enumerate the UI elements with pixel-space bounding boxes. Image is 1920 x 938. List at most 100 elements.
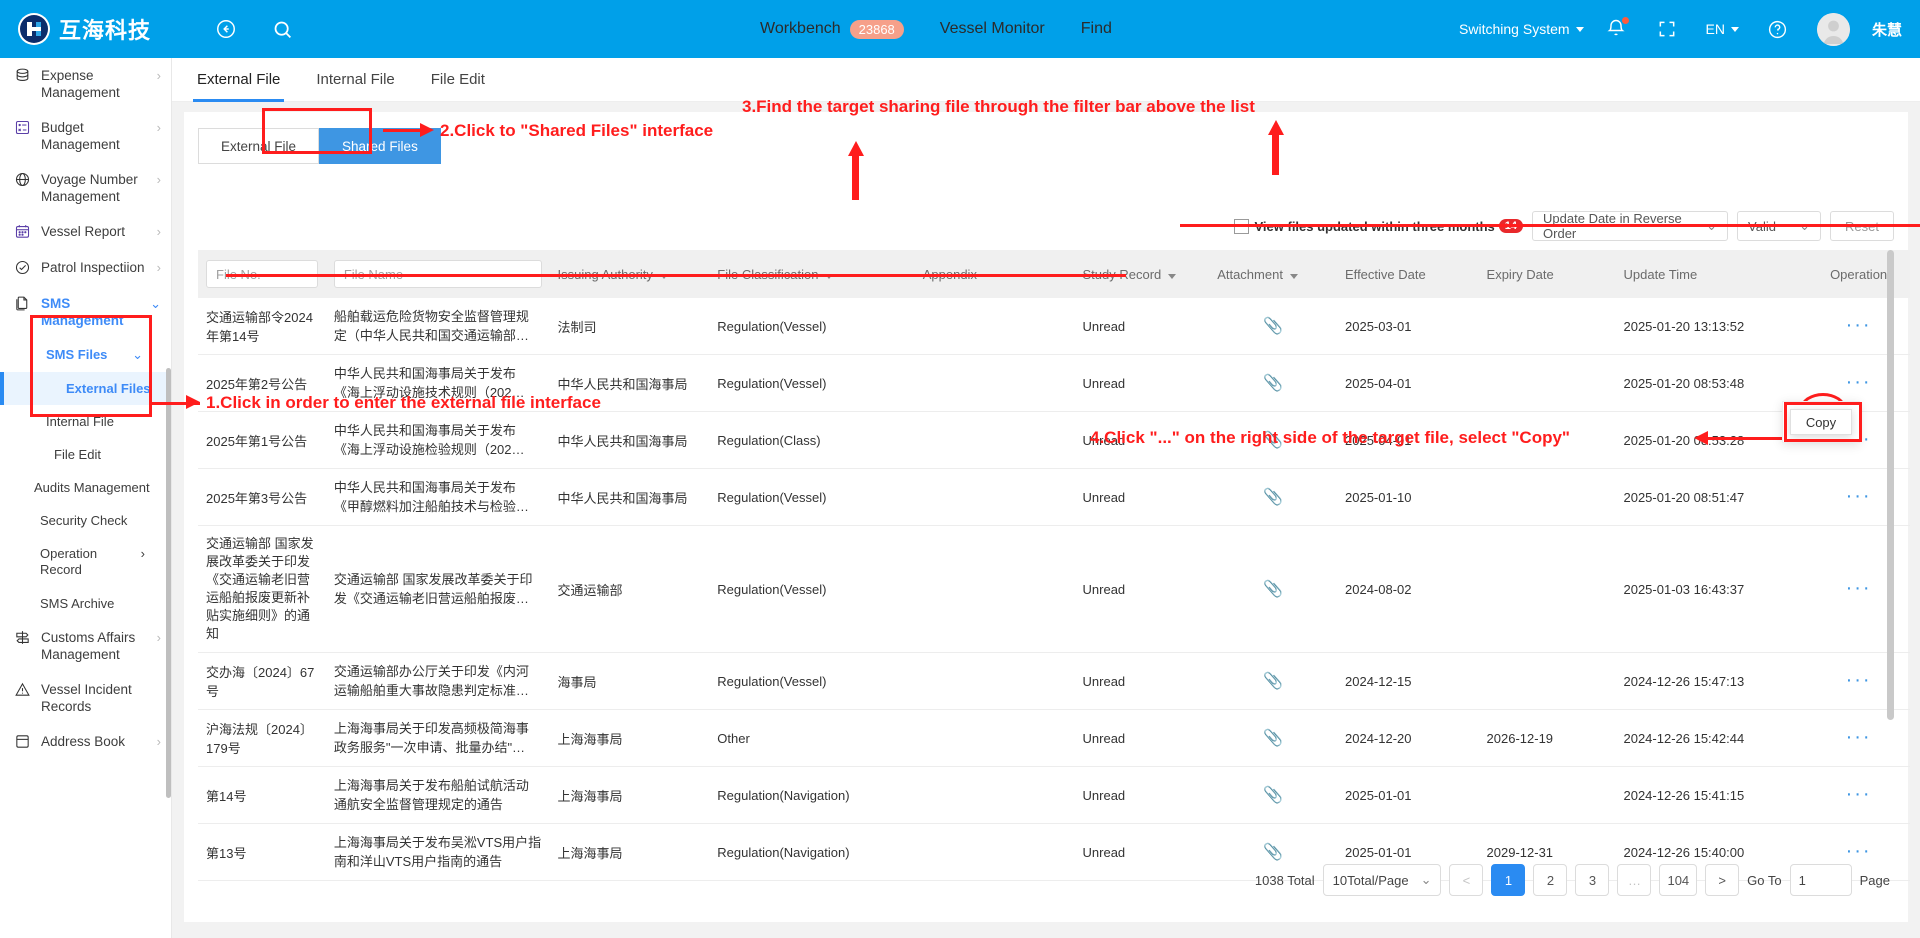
- fullscreen-icon[interactable]: [1650, 12, 1684, 46]
- sidebar-item-audits-management[interactable]: Audits Management: [0, 471, 171, 504]
- back-arrow-icon[interactable]: [209, 12, 243, 46]
- cell-file-name[interactable]: 船舶载运危险货物安全监督管理规定（中华人民共和国交通运输部…: [325, 298, 550, 355]
- tab-file-edit[interactable]: File Edit: [431, 58, 485, 102]
- paperclip-icon[interactable]: 📎: [1263, 673, 1283, 690]
- search-icon[interactable]: [265, 12, 299, 46]
- nav-workbench[interactable]: Workbench 23868: [760, 19, 904, 39]
- sidebar-item-vessel-report[interactable]: Vessel Report ›: [0, 214, 171, 250]
- page-button-1[interactable]: 1: [1491, 864, 1526, 896]
- cell-file-name[interactable]: 中华人民共和国海事局关于发布《甲醇燃料加注船舶技术与检验…: [325, 468, 550, 526]
- cell-file-name[interactable]: 中华人民共和国海事局关于发布《海上浮动设施检验规则（202…: [325, 411, 550, 469]
- sidebar-item-operation-record[interactable]: Operation Record ›: [0, 537, 171, 587]
- cell-file-name[interactable]: 交通运输部 国家发展改革委关于印发《交通运输老旧营运船舶报废…: [325, 525, 550, 653]
- sidebar-item-sms-files[interactable]: SMS Files ⌄: [0, 338, 171, 372]
- sidebar-item-address-book[interactable]: Address Book ›: [0, 724, 171, 760]
- row-actions-button[interactable]: ···: [1846, 371, 1872, 393]
- row-actions-button[interactable]: ···: [1846, 726, 1872, 748]
- tab-internal-file[interactable]: Internal File: [316, 58, 394, 102]
- table-scrollbar[interactable]: [1887, 250, 1894, 720]
- cell-attachment[interactable]: 📎: [1209, 354, 1338, 412]
- cell-study-record: Unread: [1074, 354, 1210, 412]
- cell-appendix: [914, 652, 1075, 710]
- cell-file-no: 2025年第3号公告: [198, 468, 326, 526]
- sidebar-item-internal-file[interactable]: Internal File: [0, 405, 171, 438]
- cell-attachment[interactable]: 📎: [1209, 652, 1338, 710]
- row-actions-button[interactable]: ···: [1846, 840, 1872, 862]
- paperclip-icon[interactable]: 📎: [1263, 318, 1283, 335]
- cell-attachment[interactable]: 📎: [1209, 298, 1338, 355]
- cell-file-name[interactable]: 交通运输部办公厅关于印发《内河运输船舶重大事故隐患判定标准…: [325, 652, 550, 710]
- th-attachment[interactable]: Attachment: [1209, 250, 1338, 298]
- cell-attachment[interactable]: 📎: [1209, 525, 1338, 653]
- sidebar-item-file-edit[interactable]: File Edit: [0, 438, 171, 471]
- prev-page-button[interactable]: <: [1449, 864, 1484, 896]
- bell-icon[interactable]: [1606, 17, 1629, 40]
- sidebar-item-patrol-inspection[interactable]: Patrol Inspectiion ›: [0, 250, 171, 286]
- page-button-3[interactable]: 3: [1575, 864, 1610, 896]
- row-actions-button[interactable]: ···: [1846, 783, 1872, 805]
- sidebar-item-expense-management[interactable]: Expense Management ›: [0, 58, 171, 110]
- cell-file-name[interactable]: 上海海事局关于发布吴淞VTS用户指南和洋山VTS用户指南的通告: [325, 823, 550, 881]
- goto-page-input[interactable]: [1789, 864, 1852, 896]
- table-row[interactable]: 交通运输部令2024年第14号 船舶载运危险货物安全监督管理规定（中华人民共和国…: [198, 298, 1910, 355]
- language-selector[interactable]: EN: [1706, 21, 1739, 37]
- cell-file-name[interactable]: 上海海事局关于印发高频极简海事政务服务"一次申请、批量办结"…: [325, 709, 550, 767]
- cell-expiry-date: [1478, 766, 1616, 824]
- paperclip-icon[interactable]: 📎: [1263, 844, 1283, 861]
- sidebar-item-label: Expense Management: [41, 68, 120, 100]
- brand-logo[interactable]: 互海科技: [18, 13, 151, 45]
- cell-appendix: [914, 354, 1075, 412]
- paperclip-icon[interactable]: 📎: [1263, 375, 1283, 392]
- avatar[interactable]: [1816, 12, 1850, 46]
- context-menu-copy[interactable]: Copy: [1790, 409, 1852, 435]
- tab-external-file[interactable]: External File: [192, 58, 285, 102]
- sidebar-scrollbar[interactable]: [166, 368, 171, 798]
- cell-issuing-authority: 法制司: [549, 298, 710, 355]
- page-button-last[interactable]: 104: [1659, 864, 1698, 896]
- row-actions-button[interactable]: ···: [1846, 314, 1872, 336]
- table-row[interactable]: 2025年第3号公告 中华人民共和国海事局关于发布《甲醇燃料加注船舶技术与检验……: [198, 468, 1910, 526]
- sidebar-item-sms-management[interactable]: SMS Management ⌄: [0, 286, 171, 338]
- paperclip-icon[interactable]: 📎: [1263, 489, 1283, 506]
- nav-vessel-monitor[interactable]: Vessel Monitor: [940, 20, 1045, 38]
- sidebar-item-budget-management[interactable]: Budget Management ›: [0, 110, 171, 162]
- cell-attachment[interactable]: 📎: [1209, 468, 1338, 526]
- paperclip-icon[interactable]: 📎: [1263, 730, 1283, 747]
- switching-system-button[interactable]: Switching System: [1459, 21, 1584, 37]
- cell-file-name[interactable]: 上海海事局关于发布船舶试航活动通航安全监督管理规定的通告: [325, 766, 550, 824]
- top-bar: 互海科技 Workbench 23868 Vessel Monitor Find…: [0, 0, 1920, 58]
- cell-update-time: 2025-01-20 08:53:28: [1615, 411, 1808, 469]
- table-row[interactable]: 第14号 上海海事局关于发布船舶试航活动通航安全监督管理规定的通告 上海海事局 …: [198, 766, 1910, 824]
- sidebar-item-security-check[interactable]: Security Check: [0, 504, 171, 537]
- cell-attachment[interactable]: 📎: [1209, 709, 1338, 767]
- row-actions-button[interactable]: ···: [1846, 485, 1872, 507]
- row-actions-button[interactable]: ···: [1846, 577, 1872, 599]
- sidebar-item-customs-affairs-management[interactable]: Customs Affairs Management ›: [0, 620, 171, 672]
- page-size-select[interactable]: 10Total/Page ⌄: [1322, 864, 1442, 896]
- cell-issuing-authority: 交通运输部: [549, 525, 710, 653]
- cell-update-time: 2025-01-20 13:13:52: [1615, 298, 1808, 355]
- nav-find[interactable]: Find: [1081, 20, 1112, 38]
- tab-label: Internal File: [316, 70, 395, 88]
- globe-icon: [14, 171, 32, 189]
- sidebar-item-label: Security Check: [40, 513, 128, 528]
- paperclip-icon[interactable]: 📎: [1263, 581, 1283, 598]
- table-row[interactable]: 交办海〔2024〕67号 交通运输部办公厅关于印发《内河运输船舶重大事故隐患判定…: [198, 652, 1910, 710]
- table-row[interactable]: 交通运输部 国家发展改革委关于印发《交通运输老旧营运船舶报废更新补贴实施细则》的…: [198, 525, 1910, 653]
- next-page-button[interactable]: >: [1705, 864, 1740, 896]
- sidebar-item-label: Audits Management: [34, 480, 150, 495]
- table-row[interactable]: 沪海法规〔2024〕179号 上海海事局关于印发高频极简海事政务服务"一次申请、…: [198, 709, 1910, 767]
- sidebar-item-voyage-number-management[interactable]: Voyage Number Management ›: [0, 162, 171, 214]
- paperclip-icon[interactable]: 📎: [1263, 787, 1283, 804]
- help-circle-icon[interactable]: [1761, 12, 1795, 46]
- page-label: 1: [1504, 872, 1513, 888]
- table-row[interactable]: 2025年第1号公告 中华人民共和国海事局关于发布《海上浮动设施检验规则（202…: [198, 411, 1910, 469]
- page-ellipsis[interactable]: …: [1617, 864, 1652, 896]
- sidebar-item-sms-archive[interactable]: SMS Archive: [0, 587, 171, 620]
- page-button-2[interactable]: 2: [1533, 864, 1568, 896]
- cell-attachment[interactable]: 📎: [1209, 766, 1338, 824]
- sidebar-item-vessel-incident-records[interactable]: Vessel Incident Records: [0, 672, 171, 724]
- row-actions-button[interactable]: ···: [1846, 669, 1872, 691]
- segment-external-file[interactable]: External File: [198, 128, 320, 164]
- sidebar-item-external-files[interactable]: External Files: [0, 372, 171, 405]
